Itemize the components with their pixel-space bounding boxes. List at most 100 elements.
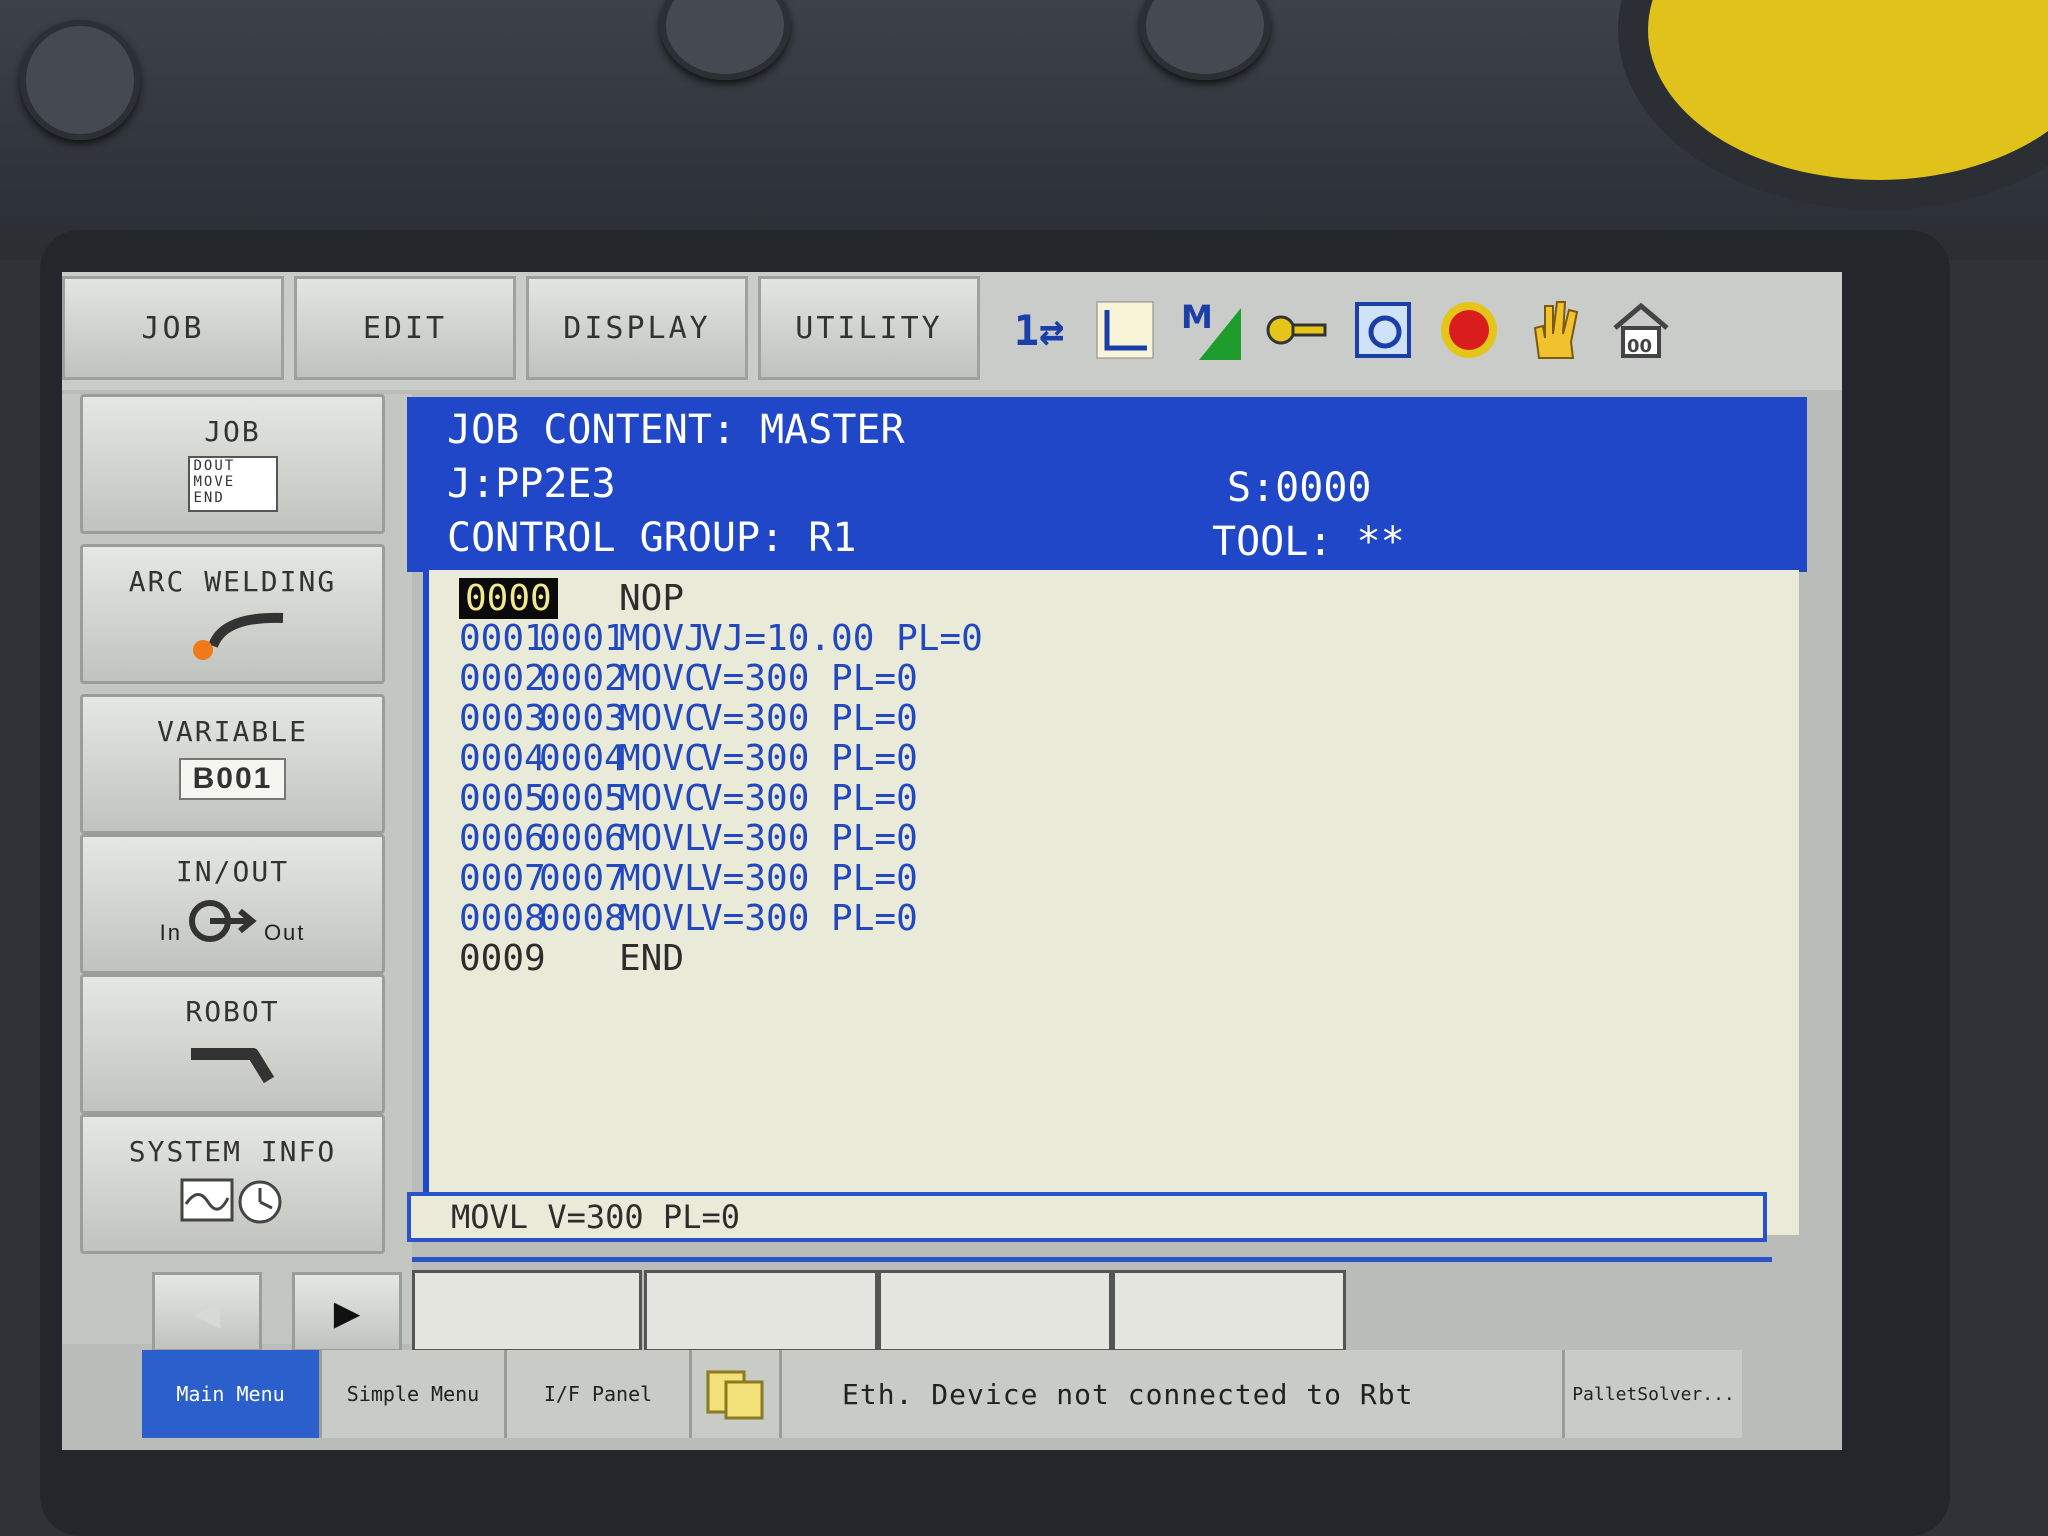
bottom-status-bar: Main Menu Simple Menu I/F Panel Eth. Dev…: [142, 1350, 1742, 1438]
line-number: 0000: [459, 578, 558, 619]
instruction: MOVC: [619, 698, 706, 739]
instruction: MOVC: [619, 658, 706, 699]
line-number: 0007: [459, 858, 546, 899]
home-icon: 00: [1609, 298, 1673, 362]
job-name: J:PP2E3: [447, 461, 616, 507]
step-number: 0002: [539, 658, 626, 699]
tab-utility[interactable]: UTILITY: [758, 276, 980, 380]
security-key-icon: [1265, 298, 1329, 362]
job-header: JOB CONTENT: MASTER J:PP2E3 S:0000 CONTR…: [407, 397, 1807, 572]
variable-b001-box: B001: [178, 758, 287, 800]
menu-variable-label: VARIABLE: [157, 715, 308, 748]
step-number: 0003: [539, 698, 626, 739]
menu-variable-button[interactable]: VARIABLE B001: [80, 694, 385, 834]
doc-line-1: DOUT: [193, 458, 236, 474]
instruction-args: V=300 PL=0: [701, 738, 918, 779]
instruction: MOVL: [619, 858, 706, 899]
instruction-args: V=300 PL=0: [701, 818, 918, 859]
jog-knob[interactable]: [20, 20, 140, 140]
instruction: MOVC: [619, 738, 706, 779]
step-number: 0008: [539, 898, 626, 939]
main-side-menu: JOB DOUT MOVE END ARC WELDING VARIABLE B…: [62, 394, 412, 1344]
menu-job-label: JOB: [204, 415, 261, 448]
pendant-housing-top: [0, 0, 2048, 260]
menu-system-info-label: SYSTEM INFO: [128, 1135, 337, 1168]
instruction: NOP: [619, 578, 685, 619]
function-key-2[interactable]: [644, 1270, 878, 1352]
teach-mode-icon: [1351, 298, 1415, 362]
svg-text:M: M: [1181, 298, 1213, 336]
instruction: MOVL: [619, 898, 706, 939]
welding-torch-icon: [173, 606, 293, 676]
robot-arm-icon: [183, 1036, 283, 1096]
arrow-right-icon[interactable]: ▶: [292, 1272, 402, 1352]
menu-job-button[interactable]: JOB DOUT MOVE END: [80, 394, 385, 534]
system-info-icon: [178, 1176, 288, 1236]
line-number: 0008: [459, 898, 546, 939]
top-menu-bar: JOB EDIT DISPLAY UTILITY 1⇄ M 00: [62, 272, 1842, 390]
select-key-up[interactable]: [660, 0, 790, 80]
instruction-args: V=300 PL=0: [701, 658, 918, 699]
in-label: In: [159, 920, 182, 945]
control-group: CONTROL GROUP: R1: [447, 515, 857, 561]
menu-robot-label: ROBOT: [185, 995, 280, 1028]
function-key-3[interactable]: [878, 1270, 1112, 1352]
menu-in-out-label: IN/OUT: [175, 855, 290, 888]
tab-display[interactable]: DISPLAY: [526, 276, 748, 380]
job-title: JOB CONTENT: MASTER: [447, 407, 905, 453]
step-number: 0007: [539, 858, 626, 899]
if-panel-button[interactable]: I/F Panel: [507, 1350, 692, 1438]
doc-line-3: END: [193, 490, 225, 506]
line-number: 0005: [459, 778, 546, 819]
instruction-args: VJ=10.00 PL=0: [701, 618, 983, 659]
select-key-down[interactable]: [1140, 0, 1270, 80]
emergency-stop-button[interactable]: [1648, 0, 2048, 180]
tab-job[interactable]: JOB: [62, 276, 284, 380]
instruction-args: V=300 PL=0: [701, 898, 918, 939]
message-folder-icon[interactable]: [692, 1350, 782, 1438]
function-key-4[interactable]: [1112, 1270, 1346, 1352]
line-number: 0004: [459, 738, 546, 779]
step-number: S:0000: [1227, 465, 1372, 511]
menu-in-out-button[interactable]: IN/OUT In Out: [80, 834, 385, 974]
line-number: 0006: [459, 818, 546, 859]
main-menu-button[interactable]: Main Menu: [142, 1350, 322, 1438]
hand-icon: [1523, 298, 1587, 362]
line-number: 0002: [459, 658, 546, 699]
job-document-icon: DOUT MOVE END: [187, 456, 278, 512]
instruction-args: V=300 PL=0: [701, 698, 918, 739]
pallet-solver-button[interactable]: PalletSolver...: [1562, 1350, 1742, 1438]
function-key-1[interactable]: [412, 1270, 642, 1352]
status-message: Eth. Device not connected to Rbt: [842, 1377, 1414, 1411]
doc-line-2: MOVE: [193, 474, 236, 490]
instruction-args: V=300 PL=0: [701, 778, 918, 819]
input-buffer-line[interactable]: MOVL V=300 PL=0: [407, 1192, 1767, 1242]
menu-arc-welding-label: ARC WELDING: [128, 565, 337, 598]
pendant-screen: JOB EDIT DISPLAY UTILITY 1⇄ M 00 JOB DOU…: [62, 272, 1842, 1450]
in-out-icon: In Out: [160, 896, 306, 946]
tab-edit[interactable]: EDIT: [294, 276, 516, 380]
instruction: MOVJ: [619, 618, 706, 659]
step-number: 0005: [539, 778, 626, 819]
menu-arc-welding-button[interactable]: ARC WELDING: [80, 544, 385, 684]
job-content-panel: JOB CONTENT: MASTER J:PP2E3 S:0000 CONTR…: [407, 397, 1807, 1237]
job-line-list[interactable]: 0000 NOP 0001 0001 MOVJ VJ=10.00 PL=0 0002 0002…: [423, 570, 1799, 1235]
instruction: MOVC: [619, 778, 706, 819]
arrow-left-icon[interactable]: ◀: [152, 1272, 262, 1352]
instruction: END: [619, 938, 685, 979]
function-key-bar: [412, 1257, 1772, 1352]
line-number: 0001: [459, 618, 546, 659]
tool-number: TOOL: **: [1212, 519, 1405, 565]
step-number: 0001: [539, 618, 626, 659]
status-icon-bar: 1⇄ M 00: [1007, 280, 1673, 380]
speed-level-icon: M: [1179, 298, 1243, 362]
menu-system-info-button[interactable]: SYSTEM INFO: [80, 1114, 385, 1254]
instruction: MOVL: [619, 818, 706, 859]
simple-menu-button[interactable]: Simple Menu: [322, 1350, 507, 1438]
line-number: 0003: [459, 698, 546, 739]
menu-robot-button[interactable]: ROBOT: [80, 974, 385, 1114]
step-number: 0006: [539, 818, 626, 859]
step-number: 0004: [539, 738, 626, 779]
coordinate-toggle-icon: 1⇄: [1013, 305, 1065, 355]
axis-icon: [1093, 298, 1157, 362]
